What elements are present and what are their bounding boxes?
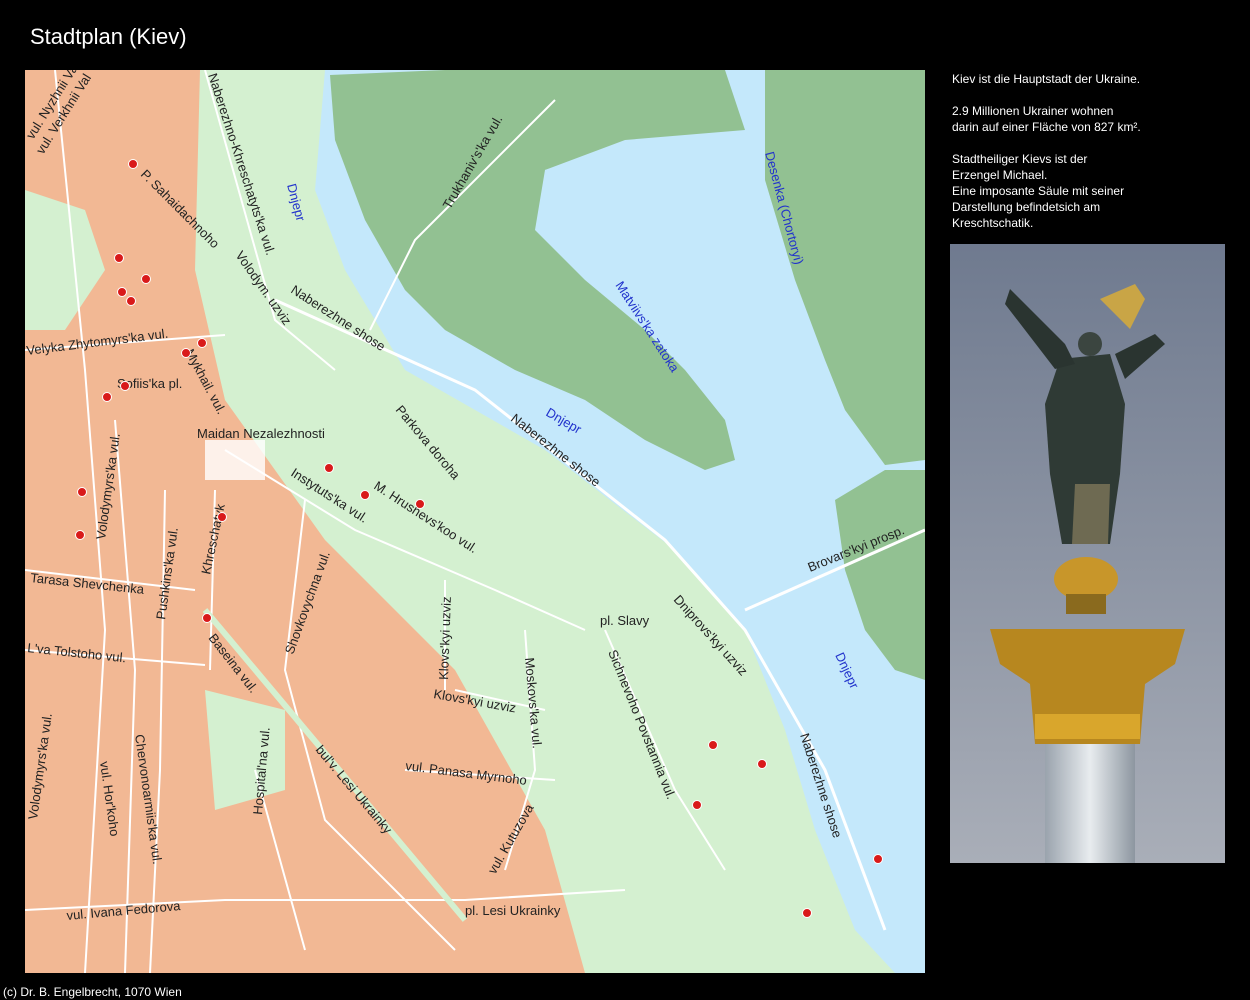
sight-marker-13[interactable] (217, 512, 227, 522)
sight-marker-11[interactable] (360, 490, 370, 500)
sight-marker-5[interactable] (117, 287, 127, 297)
sight-marker-6[interactable] (197, 338, 207, 348)
page-title: Stadtplan (Kiev) (30, 24, 187, 49)
info-paragraph-3: Stadtheiliger Kievs ist der Erzengel Mic… (952, 152, 1125, 230)
city-map[interactable]: Dnjepr Dnjepr Dnjepr Matviivs'ka zatoka … (25, 70, 925, 973)
label-pl-slavy: pl. Slavy (600, 613, 650, 628)
label-klovs: Klovs'kyi uzviz (436, 596, 454, 680)
sight-marker-15[interactable] (75, 530, 85, 540)
info-paragraph-1: Kiev ist die Hauptstadt der Ukraine. (952, 72, 1141, 86)
stadium-park (205, 690, 285, 810)
sight-marker-21[interactable] (802, 908, 812, 918)
label-maidan: Maidan Nezalezhnosti (197, 426, 325, 441)
sight-marker-14[interactable] (77, 487, 87, 497)
footer-copyright: (c) Dr. B. Engelbrecht, 1070 Wien (3, 985, 182, 999)
info-paragraph-2: 2.9 Millionen Ukrainer wohnen darin auf … (952, 104, 1141, 134)
info-panel: Kiev ist die Hauptstadt der Ukraine. 2.9… (952, 71, 1242, 247)
sight-marker-16[interactable] (202, 613, 212, 623)
sight-marker-19[interactable] (692, 800, 702, 810)
sight-marker-17[interactable] (708, 740, 718, 750)
label-pl-lesi: pl. Lesi Ukrainky (465, 903, 561, 918)
sight-marker-10[interactable] (324, 463, 334, 473)
map-canvas: Dnjepr Dnjepr Dnjepr Matviivs'ka zatoka … (25, 70, 925, 973)
sight-marker-9[interactable] (102, 392, 112, 402)
angel-column-photo (950, 244, 1225, 863)
sight-marker-7[interactable] (181, 348, 191, 358)
sight-marker-12[interactable] (415, 499, 425, 509)
angel-statue-image (950, 244, 1225, 863)
sight-marker-8[interactable] (120, 381, 130, 391)
sight-marker-4[interactable] (126, 296, 136, 306)
sight-marker-2[interactable] (114, 253, 124, 263)
maidan-square (205, 440, 265, 480)
sight-marker-20[interactable] (873, 854, 883, 864)
sight-marker-1[interactable] (128, 159, 138, 169)
sight-marker-18[interactable] (757, 759, 767, 769)
sight-marker-3[interactable] (141, 274, 151, 284)
